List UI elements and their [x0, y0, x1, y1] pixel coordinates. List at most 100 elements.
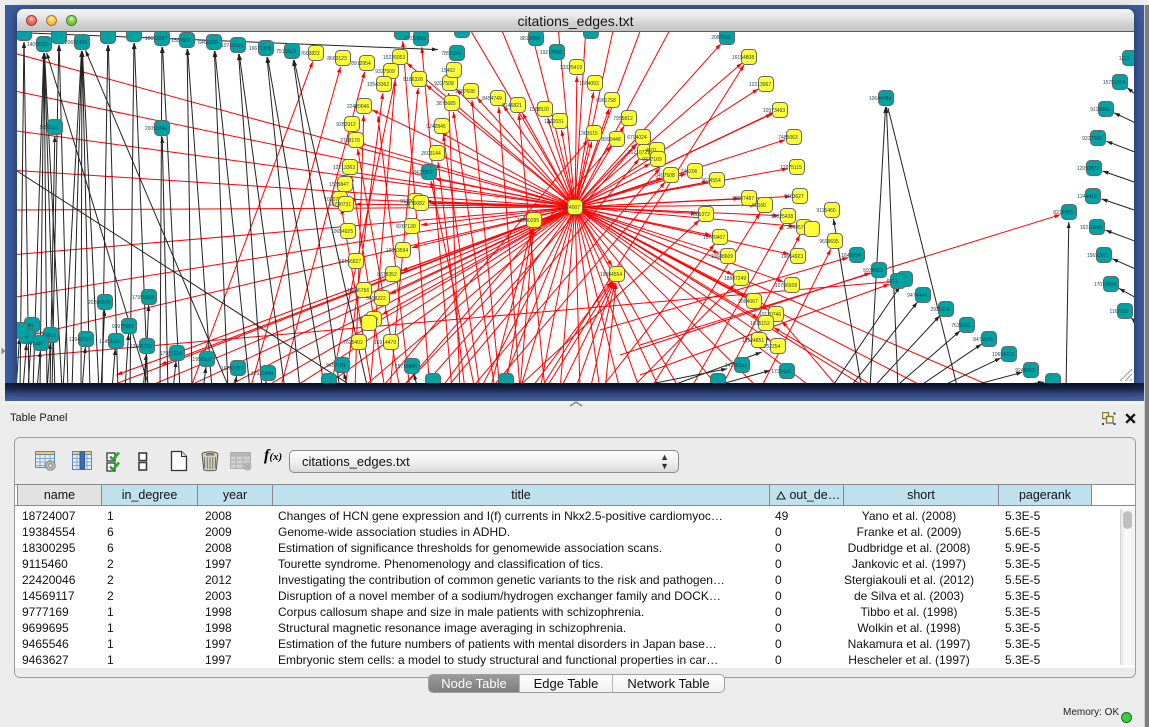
svg-text:17016504: 17016504 [1094, 282, 1116, 288]
svg-text:6794024: 6794024 [627, 135, 647, 141]
svg-text:11451194: 11451194 [99, 339, 121, 345]
svg-text:1527602: 1527602 [171, 38, 191, 44]
svg-text:1167533: 1167533 [1109, 309, 1128, 315]
svg-text:12923448: 12923448 [251, 371, 273, 377]
svg-text:11958107: 11958107 [190, 357, 212, 363]
svg-text:16046756: 16046756 [347, 288, 369, 294]
svg-text:9699695: 9699695 [819, 239, 839, 245]
svg-text:10807487: 10807487 [732, 196, 754, 202]
svg-text:19384554: 19384554 [600, 272, 622, 278]
svg-text:10644784: 10644784 [869, 96, 891, 102]
svg-text:9245652: 9245652 [1015, 368, 1035, 374]
svg-text:9115460: 9115460 [816, 208, 835, 214]
svg-text:15692971: 15692971 [1087, 253, 1109, 259]
svg-text:15751074: 15751074 [1103, 80, 1125, 86]
svg-text:252254: 252254 [764, 344, 781, 350]
svg-text:19524851: 19524851 [742, 338, 764, 344]
svg-text:1535847: 1535847 [329, 182, 349, 188]
svg-text:2367608: 2367608 [455, 89, 475, 95]
svg-text:9227342: 9227342 [1082, 136, 1102, 142]
svg-text:8990448: 8990448 [601, 137, 621, 143]
svg-text:10025438: 10025438 [771, 214, 793, 220]
svg-text:10688609: 10688609 [711, 254, 733, 260]
svg-text:6961758: 6961758 [596, 98, 616, 104]
svg-text:1113: 1113 [1119, 56, 1130, 62]
svg-text:3624554: 3624554 [701, 178, 721, 184]
svg-text:8454749: 8454749 [482, 96, 502, 102]
svg-text:10653267: 10653267 [145, 36, 167, 42]
svg-text:10654925: 10654925 [331, 229, 353, 235]
svg-text:20053346: 20053346 [145, 126, 167, 132]
svg-text:19166827: 19166827 [339, 259, 361, 265]
svg-text:10973493: 10973493 [763, 108, 785, 114]
svg-text:1244419: 1244419 [1077, 194, 1097, 200]
svg-text:15720407: 15720407 [703, 235, 725, 241]
svg-text:9129966: 9129966 [1090, 107, 1110, 113]
svg-text:16210643: 16210643 [1080, 225, 1102, 231]
svg-text:12093872: 12093872 [1077, 166, 1099, 172]
svg-text:16671355: 16671355 [249, 46, 271, 52]
svg-text:2935114: 2935114 [930, 307, 949, 313]
svg-text:2603144: 2603144 [421, 151, 441, 157]
svg-text:93975867: 93975867 [112, 324, 134, 330]
svg-text:12975115: 12975115 [780, 165, 802, 171]
svg-text:7632621: 7632621 [951, 323, 971, 329]
svg-text:9146821: 9146821 [502, 103, 522, 109]
svg-text:3875685: 3875685 [436, 101, 456, 107]
svg-text:14136141: 14136141 [725, 363, 747, 369]
svg-text:9457791: 9457791 [326, 363, 346, 369]
svg-text:16154808: 16154808 [732, 55, 754, 61]
svg-text:20206576: 20206576 [88, 300, 110, 306]
svg-text:16914479: 16914479 [374, 340, 396, 346]
svg-text:1322031: 1322031 [544, 119, 564, 125]
svg-text:7857224: 7857224 [441, 51, 461, 57]
svg-text:16782759: 16782759 [221, 366, 243, 372]
svg-text:18300295: 18300295 [517, 218, 539, 224]
svg-text:9777169: 9777169 [642, 157, 662, 163]
svg-text:12353594: 12353594 [386, 248, 408, 254]
svg-text:9084067: 9084067 [738, 299, 758, 305]
svg-text:8215955: 8215955 [1053, 210, 1073, 216]
svg-text:6871: 6871 [886, 279, 897, 285]
svg-text:10756928: 10756928 [775, 283, 797, 289]
svg-text:8912954: 8912954 [351, 61, 371, 67]
svg-text:17957223: 17957223 [160, 351, 182, 357]
svg-text:1588520: 1588520 [529, 107, 549, 113]
svg-text:2087682: 2087682 [711, 35, 731, 41]
svg-text:7515523: 7515523 [276, 49, 296, 55]
svg-text:12505135: 12505135 [130, 344, 152, 350]
svg-text:62160: 62160 [752, 203, 766, 209]
svg-text:8471676: 8471676 [973, 337, 993, 343]
svg-text:5498222: 5498222 [366, 296, 386, 302]
svg-text:8427552: 8427552 [413, 170, 433, 176]
svg-text:13325419: 13325419 [560, 65, 582, 71]
svg-text:1615152: 1615152 [750, 321, 770, 327]
svg-text:2718170: 2718170 [340, 138, 360, 144]
svg-text:15716485: 15716485 [395, 364, 417, 370]
svg-text:10654112: 10654112 [992, 352, 1014, 358]
svg-text:8660123: 8660123 [327, 56, 347, 62]
svg-text:7386372: 7386372 [690, 212, 710, 218]
svg-text:18807249: 18807249 [724, 276, 746, 282]
svg-text:9327508: 9327508 [434, 81, 454, 87]
svg-text:12942757: 12942757 [69, 337, 91, 343]
svg-text:19218506: 19218506 [540, 50, 562, 56]
svg-text:8267130: 8267130 [396, 224, 416, 230]
svg-text:9282912: 9282912 [336, 122, 356, 128]
svg-text:14055721: 14055721 [27, 42, 49, 48]
svg-text:16033809: 16033809 [404, 36, 426, 42]
svg-text:10543362: 10543362 [367, 82, 389, 88]
svg-text:1650191: 1650191 [39, 125, 59, 131]
svg-text:1640954: 1640954 [841, 253, 861, 259]
svg-text:746206: 746206 [681, 169, 698, 175]
svg-text:8813054: 8813054 [520, 36, 540, 42]
svg-text:8878352: 8878352 [377, 272, 397, 278]
svg-text:791397: 791397 [27, 341, 44, 347]
svg-text:12213363: 12213363 [333, 165, 355, 171]
svg-text:19654923: 19654923 [781, 254, 803, 260]
svg-text:18724007: 18724007 [558, 205, 580, 211]
svg-text:9170082: 9170082 [405, 201, 425, 207]
svg-text:5938923: 5938923 [863, 268, 883, 274]
svg-text:7485063: 7485063 [778, 135, 798, 141]
svg-text:9463627: 9463627 [784, 194, 804, 200]
